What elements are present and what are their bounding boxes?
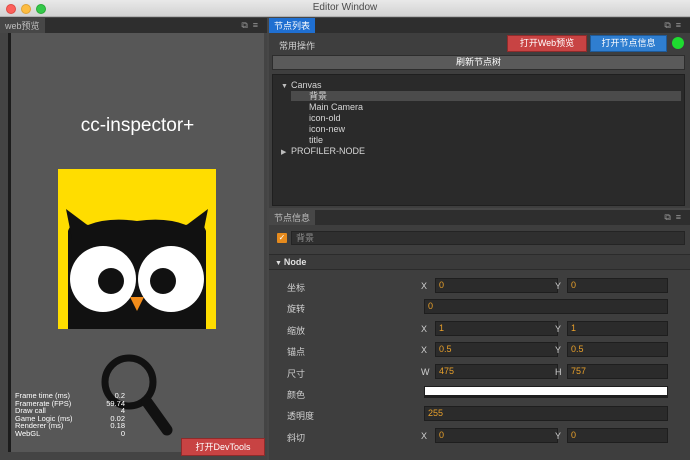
skew-x-input[interactable]: 0 bbox=[435, 428, 558, 443]
tab-node-info[interactable]: 节点信息 bbox=[269, 210, 316, 225]
prop-label: 缩放 bbox=[287, 326, 306, 336]
axis-label: Y bbox=[555, 431, 562, 441]
prop-position: 坐标 X 0 Y 0 bbox=[269, 278, 690, 296]
prop-label: 锚点 bbox=[287, 347, 306, 357]
prop-scale: 缩放 X 1 Y 1 bbox=[269, 321, 690, 339]
tab-node-list[interactable]: 节点列表 bbox=[269, 18, 316, 33]
axis-label: X bbox=[421, 281, 428, 291]
node-tree[interactable]: ▼ Canvas 背景 Main Camera icon-old icon-new… bbox=[272, 74, 685, 206]
profiler-stats: Frame time (ms) 0.2 Framerate (FPS) 59.74 Dr… bbox=[15, 392, 125, 438]
rotation-input[interactable]: 0 bbox=[424, 299, 668, 314]
axis-label: X bbox=[421, 324, 428, 334]
prop-label: 透明度 bbox=[287, 411, 315, 421]
open-web-preview-button[interactable]: 打开Web预览 bbox=[507, 35, 587, 52]
anchor-y-input[interactable]: 0.5 bbox=[567, 342, 668, 357]
common-ops-label: 常用操作 bbox=[279, 41, 316, 51]
owl-logo bbox=[58, 169, 216, 329]
window-title: Editor Window bbox=[312, 2, 378, 13]
opacity-input[interactable]: 255 bbox=[424, 406, 668, 421]
node-info-panel: 节点信息 ⧉≡ ✓ 背景 ▼ Node 坐标 X 0 Y 0 旋转 0 缩放 X… bbox=[269, 210, 690, 460]
node-list-panel: 节点列表 ⧉≡ 常用操作 打开Web预览 打开节点信息 刷新节点树 ▼ Canva… bbox=[269, 18, 690, 208]
prop-anchor: 锚点 X 0.5 Y 0.5 bbox=[269, 342, 690, 360]
panel-menu-icons[interactable]: ⧉≡ bbox=[664, 212, 686, 223]
skew-y-input[interactable]: 0 bbox=[567, 428, 668, 443]
tab-web-preview[interactable]: web预览 bbox=[0, 18, 45, 33]
prop-label: 尺寸 bbox=[287, 369, 306, 379]
tree-item-title[interactable]: title bbox=[309, 135, 323, 145]
anchor-x-input[interactable]: 0.5 bbox=[435, 342, 558, 357]
open-devtools-button[interactable]: 打开DevTools bbox=[181, 438, 265, 456]
color-picker[interactable] bbox=[424, 386, 668, 398]
axis-label: X bbox=[421, 345, 428, 355]
tree-item-bg[interactable]: 背景 bbox=[291, 91, 681, 101]
axis-label: Y bbox=[555, 345, 562, 355]
axis-label: H bbox=[555, 367, 562, 377]
axis-label: Y bbox=[555, 281, 562, 291]
node-list-tabbar: 节点列表 ⧉≡ bbox=[269, 18, 690, 33]
tree-item-icon-old[interactable]: icon-old bbox=[309, 113, 341, 123]
chevron-down-icon[interactable]: ▼ bbox=[281, 82, 291, 92]
web-preview-panel: web预览 ⧉≡ cc-inspector+ Frame time (ms) 0.… bbox=[0, 18, 267, 460]
stat-row: WebGL 0 bbox=[15, 430, 125, 438]
node-active-checkbox[interactable]: ✓ bbox=[277, 233, 287, 243]
axis-label: Y bbox=[555, 324, 562, 334]
prop-opacity: 透明度 255 bbox=[269, 406, 690, 424]
prop-rotation: 旋转 0 bbox=[269, 299, 690, 317]
panel-menu-icons[interactable]: ⧉≡ bbox=[241, 20, 263, 31]
prop-label: 坐标 bbox=[287, 283, 306, 293]
node-info-tabbar: 节点信息 ⧉≡ bbox=[269, 210, 690, 225]
tree-item-main-camera[interactable]: Main Camera bbox=[309, 102, 363, 112]
stat-label: WebGL bbox=[15, 428, 41, 438]
tree-item-profiler-node[interactable]: ▶ PROFILER-NODE bbox=[281, 146, 365, 156]
web-preview-tabbar: web预览 ⧉≡ bbox=[0, 18, 267, 33]
chevron-right-icon[interactable]: ▶ bbox=[281, 148, 291, 158]
position-x-input[interactable]: 0 bbox=[435, 278, 558, 293]
prop-color: 颜色 bbox=[269, 385, 690, 403]
open-node-info-button[interactable]: 打开节点信息 bbox=[590, 35, 667, 52]
refresh-tree-button[interactable]: 刷新节点树 bbox=[272, 55, 685, 70]
size-w-input[interactable]: 475 bbox=[435, 364, 558, 379]
game-canvas[interactable]: cc-inspector+ Frame time (ms) 0.2 Framerat… bbox=[8, 33, 264, 452]
prop-skew: 斜切 X 0 Y 0 bbox=[269, 428, 690, 446]
tree-item-icon-new[interactable]: icon-new bbox=[309, 124, 345, 134]
scale-x-input[interactable]: 1 bbox=[435, 321, 558, 336]
prop-label: 斜切 bbox=[287, 433, 306, 443]
panel-menu-icons[interactable]: ⧉≡ bbox=[664, 20, 686, 31]
node-name-field[interactable]: 背景 bbox=[291, 231, 685, 245]
axis-label: X bbox=[421, 431, 428, 441]
prop-label: 旋转 bbox=[287, 304, 306, 314]
prop-size: 尺寸 W 475 H 757 bbox=[269, 364, 690, 382]
axis-label: W bbox=[421, 367, 430, 377]
chevron-down-icon[interactable]: ▼ bbox=[275, 260, 284, 267]
tree-item-canvas[interactable]: ▼ Canvas bbox=[281, 80, 322, 90]
stat-value: 0 bbox=[120, 428, 125, 438]
size-h-input[interactable]: 757 bbox=[567, 364, 668, 379]
game-title: cc-inspector+ bbox=[80, 115, 195, 136]
prop-label: 颜色 bbox=[287, 390, 306, 400]
node-section-header[interactable]: ▼ Node bbox=[269, 254, 690, 270]
position-y-input[interactable]: 0 bbox=[567, 278, 668, 293]
scale-y-input[interactable]: 1 bbox=[567, 321, 668, 336]
connection-status-icon bbox=[672, 37, 684, 49]
window-titlebar: Editor Window bbox=[0, 0, 690, 17]
